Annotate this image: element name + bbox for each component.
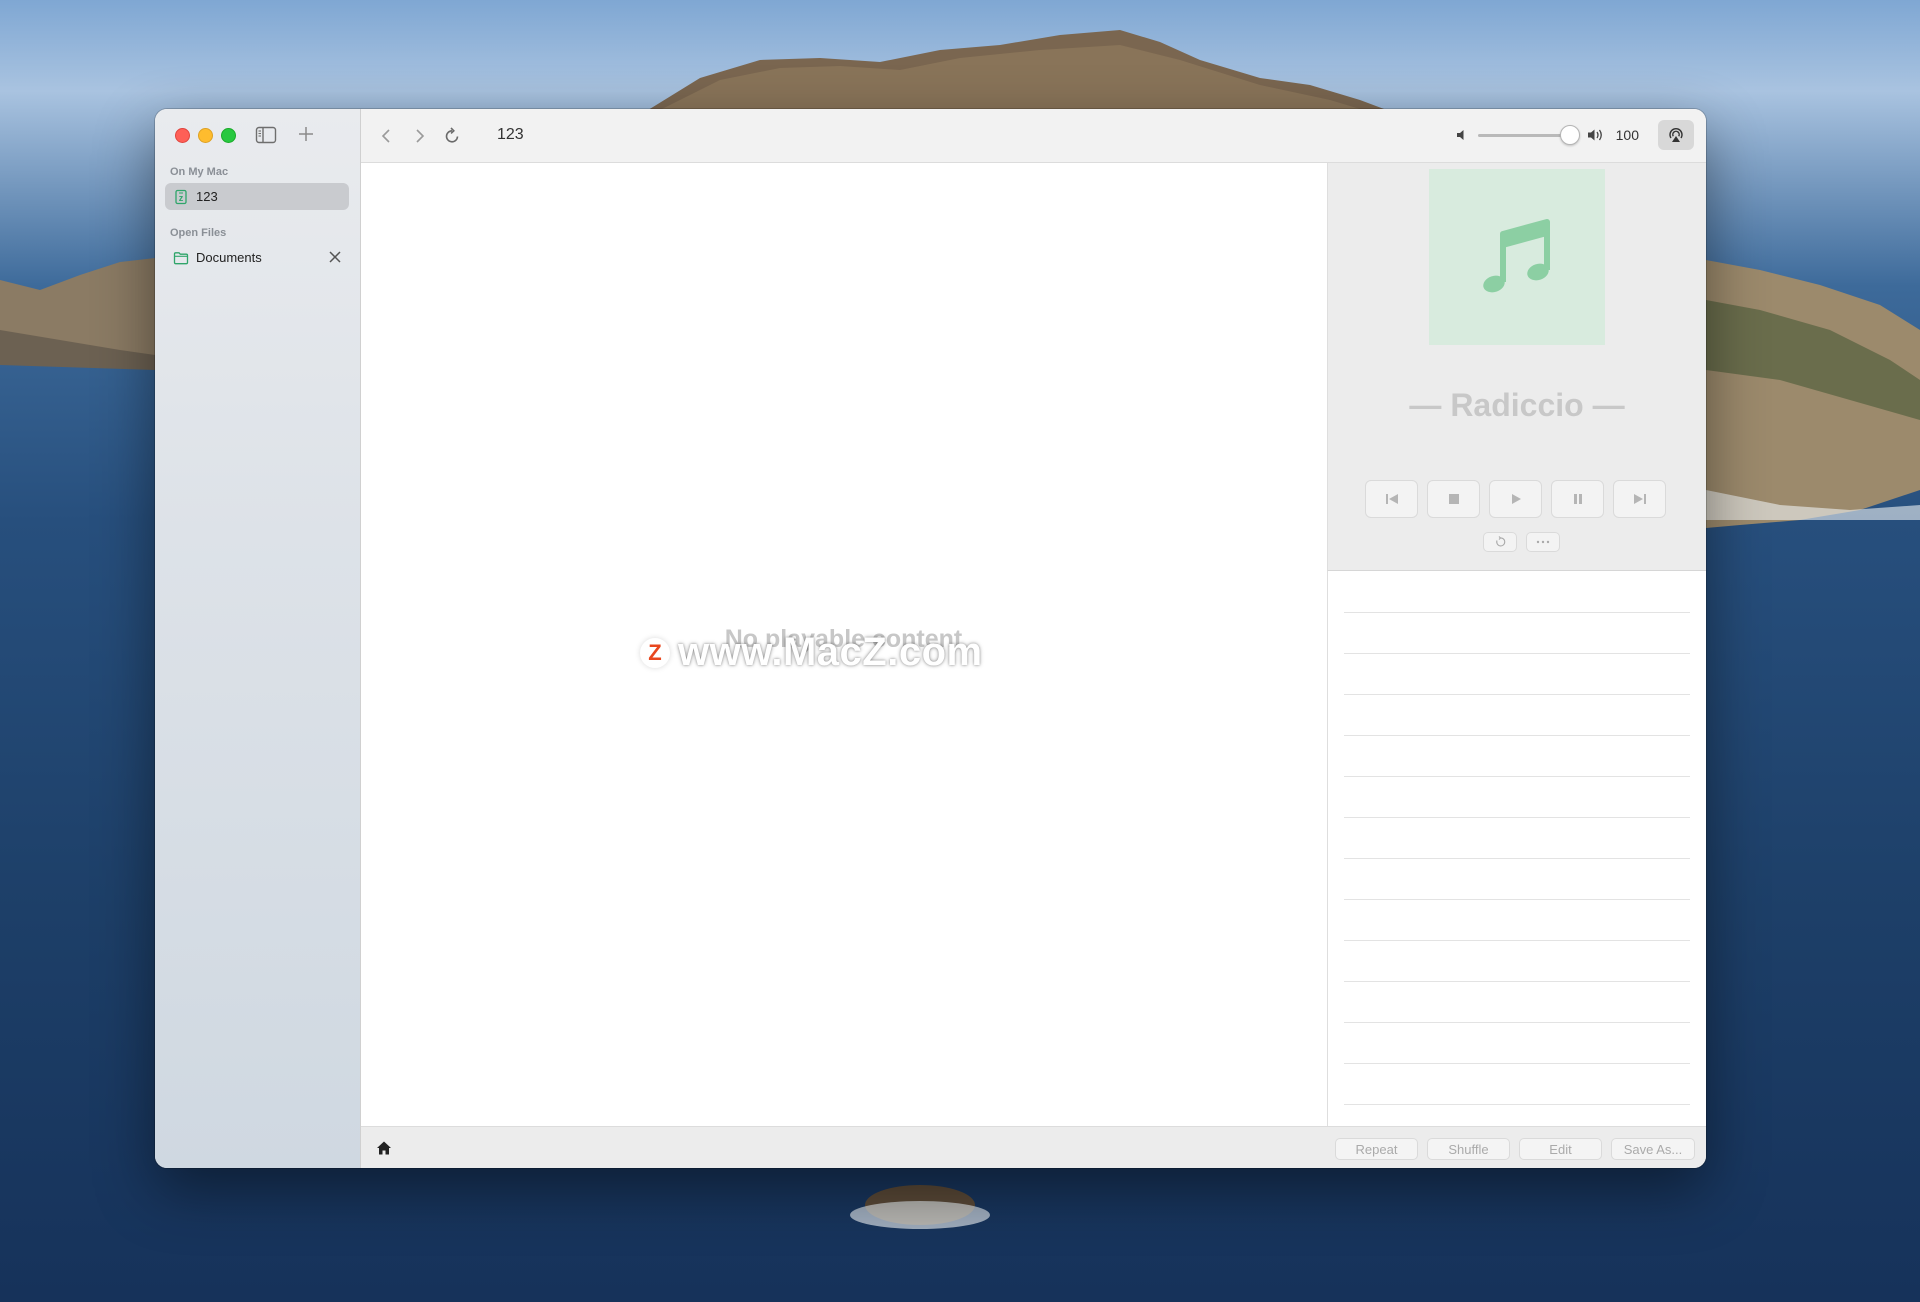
playlist-row[interactable] xyxy=(1344,694,1690,695)
folder-icon xyxy=(173,251,189,264)
playlist-row[interactable] xyxy=(1344,981,1690,982)
pause-button[interactable] xyxy=(1551,480,1604,518)
previous-button[interactable] xyxy=(1365,480,1418,518)
archive-file-icon: z xyxy=(175,189,187,204)
add-icon[interactable] xyxy=(295,123,317,145)
playlist-row[interactable] xyxy=(1344,653,1690,654)
stop-button[interactable] xyxy=(1427,480,1480,518)
playlist-row[interactable] xyxy=(1344,776,1690,777)
rewind-icon xyxy=(1496,536,1506,547)
playlist-row[interactable] xyxy=(1344,817,1690,818)
airplay-icon xyxy=(1669,128,1683,142)
sidebar-item-label: Documents xyxy=(196,250,262,265)
zoom-window-button[interactable] xyxy=(221,128,236,143)
section-on-my-mac: On My Mac xyxy=(170,166,229,178)
skip-back-icon xyxy=(1385,494,1398,504)
watermark-text: www.MacZ.com xyxy=(678,630,983,674)
edit-button[interactable]: Edit xyxy=(1519,1138,1602,1160)
playlist-row[interactable] xyxy=(1344,612,1690,613)
watermark-logo: Z xyxy=(640,637,670,668)
rewind-button[interactable] xyxy=(1483,532,1517,552)
window-controls xyxy=(175,128,236,143)
minimize-window-button[interactable] xyxy=(198,128,213,143)
playlist-row[interactable] xyxy=(1344,899,1690,900)
close-window-button[interactable] xyxy=(175,128,190,143)
close-icon[interactable] xyxy=(328,250,342,264)
volume-value: 100 xyxy=(1615,127,1639,143)
save-as-button[interactable]: Save As... xyxy=(1611,1138,1695,1160)
volume-max-icon[interactable] xyxy=(1587,127,1607,143)
volume-control: 100 xyxy=(1455,124,1639,145)
section-open-files: Open Files xyxy=(170,227,227,239)
track-title: — Radiccio — xyxy=(1409,387,1625,423)
play-button[interactable] xyxy=(1489,480,1542,518)
pause-icon xyxy=(1573,494,1582,504)
back-icon[interactable] xyxy=(377,126,397,146)
svg-text:z: z xyxy=(179,193,184,203)
volume-mute-icon[interactable] xyxy=(1455,128,1469,142)
playlist xyxy=(1327,571,1706,1126)
playback-controls xyxy=(1365,480,1666,518)
next-button[interactable] xyxy=(1613,480,1666,518)
forward-icon[interactable] xyxy=(409,126,429,146)
home-icon[interactable] xyxy=(376,1140,392,1156)
sidebar-item-123[interactable]: z 123 xyxy=(165,183,349,210)
shuffle-button[interactable]: Shuffle xyxy=(1427,1138,1510,1160)
watermark: Z www.MacZ.com xyxy=(640,630,983,675)
bottom-bar: Repeat Shuffle Edit Save As... xyxy=(361,1126,1706,1168)
music-note-icon xyxy=(1483,219,1550,293)
airplay-button[interactable] xyxy=(1658,120,1694,150)
ellipsis-icon xyxy=(1536,540,1550,544)
more-options-button[interactable] xyxy=(1526,532,1560,552)
stop-icon xyxy=(1448,494,1459,504)
sidebar-toggle-icon[interactable] xyxy=(255,125,277,145)
reload-icon[interactable] xyxy=(442,126,462,146)
playlist-row[interactable] xyxy=(1344,1063,1690,1064)
volume-slider-knob[interactable] xyxy=(1559,124,1580,145)
watermark-badge-letter: Z xyxy=(648,639,662,665)
playlist-row[interactable] xyxy=(1344,735,1690,736)
play-icon xyxy=(1511,494,1521,504)
sidebar-item-documents[interactable]: Documents xyxy=(165,244,349,271)
playlist-row[interactable] xyxy=(1344,1022,1690,1023)
toolbar: 123 100 xyxy=(361,109,1706,163)
repeat-button[interactable]: Repeat xyxy=(1335,1138,1418,1160)
page-title: 123 xyxy=(497,126,524,143)
volume-slider[interactable] xyxy=(1477,124,1580,145)
sidebar-item-label: 123 xyxy=(196,189,218,204)
playlist-row[interactable] xyxy=(1344,858,1690,859)
playlist-row[interactable] xyxy=(1344,940,1690,941)
sidebar: On My Mac z 123 Open Files Documents xyxy=(155,109,361,1168)
playlist-row[interactable] xyxy=(1344,1104,1690,1105)
album-art xyxy=(1429,169,1605,345)
skip-forward-icon xyxy=(1633,494,1646,504)
player-panel: — Radiccio — xyxy=(1327,163,1706,571)
